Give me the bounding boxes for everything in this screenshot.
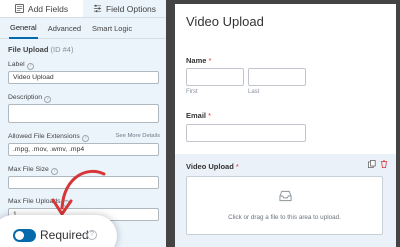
- field-heading: File Upload (ID #4): [8, 45, 73, 54]
- tab-add-fields[interactable]: Add Fields: [0, 0, 83, 17]
- last-name-input[interactable]: [248, 68, 306, 86]
- required-toggle[interactable]: [13, 229, 36, 242]
- subtab-general[interactable]: General: [9, 18, 38, 39]
- label-caption: Label?: [8, 61, 34, 70]
- subtab-smart-logic[interactable]: Smart Logic: [91, 19, 133, 38]
- extensions-caption: Allowed File Extensions?: [8, 133, 89, 142]
- tab-add-fields-label: Add Fields: [27, 3, 69, 14]
- help-icon[interactable]: ?: [26, 63, 34, 70]
- description-caption-text: Description: [8, 94, 42, 101]
- required-star: *: [208, 111, 212, 120]
- extensions-caption-text: Allowed File Extensions: [8, 133, 80, 140]
- add-fields-icon: [14, 4, 24, 13]
- description-caption: Description?: [8, 94, 51, 103]
- subtab-advanced[interactable]: Advanced: [47, 19, 82, 38]
- field-id: (ID #4): [50, 45, 74, 54]
- help-icon[interactable]: ?: [87, 230, 97, 240]
- required-label: Required: [40, 228, 89, 242]
- first-sublabel: First: [186, 89, 198, 95]
- trash-icon[interactable]: [380, 160, 388, 168]
- help-icon[interactable]: ?: [81, 135, 89, 142]
- duplicate-icon[interactable]: [368, 160, 376, 168]
- dropzone-text: Click or drag a file to this area to upl…: [228, 214, 341, 221]
- toggle-knob: [15, 231, 24, 240]
- upload-label-text: Video Upload: [186, 162, 234, 171]
- upload-tray-icon: [279, 190, 292, 202]
- form-title: Video Upload: [186, 14, 264, 29]
- panel-tabs: Add Fields Field Options: [0, 0, 166, 18]
- upload-dropzone[interactable]: Click or drag a file to this area to upl…: [186, 176, 383, 235]
- name-field-label: Name *: [186, 56, 211, 65]
- required-toggle-callout: Required ?: [0, 215, 117, 247]
- last-sublabel: Last: [248, 89, 260, 95]
- label-caption-text: Label: [8, 61, 25, 68]
- see-more-details-link[interactable]: See More Details: [116, 133, 160, 139]
- sliders-icon: [93, 4, 102, 13]
- email-field-label: Email *: [186, 111, 211, 120]
- upload-field-card[interactable]: Video Upload * Click or drag a file to t…: [175, 154, 396, 247]
- field-type-title: File Upload: [8, 45, 49, 54]
- field-tools: [368, 160, 388, 168]
- required-star: *: [208, 56, 212, 65]
- tab-field-options[interactable]: Field Options: [83, 0, 166, 17]
- description-textarea[interactable]: [8, 104, 159, 123]
- required-star: *: [235, 162, 239, 171]
- form-preview: Video Upload Name * First Last Email * V…: [175, 4, 396, 247]
- help-icon[interactable]: ?: [44, 96, 51, 103]
- label-input[interactable]: Video Upload: [8, 71, 159, 84]
- upload-field-label: Video Upload *: [186, 162, 239, 171]
- extensions-input[interactable]: .mpg, .mov, .wmv, .mp4: [8, 143, 159, 156]
- options-subtabs: General Advanced Smart Logic: [0, 18, 166, 39]
- first-name-input[interactable]: [186, 68, 244, 86]
- email-label-text: Email: [186, 111, 207, 120]
- name-label-text: Name: [186, 56, 207, 65]
- tab-field-options-label: Field Options: [105, 3, 157, 14]
- email-input[interactable]: [186, 124, 306, 142]
